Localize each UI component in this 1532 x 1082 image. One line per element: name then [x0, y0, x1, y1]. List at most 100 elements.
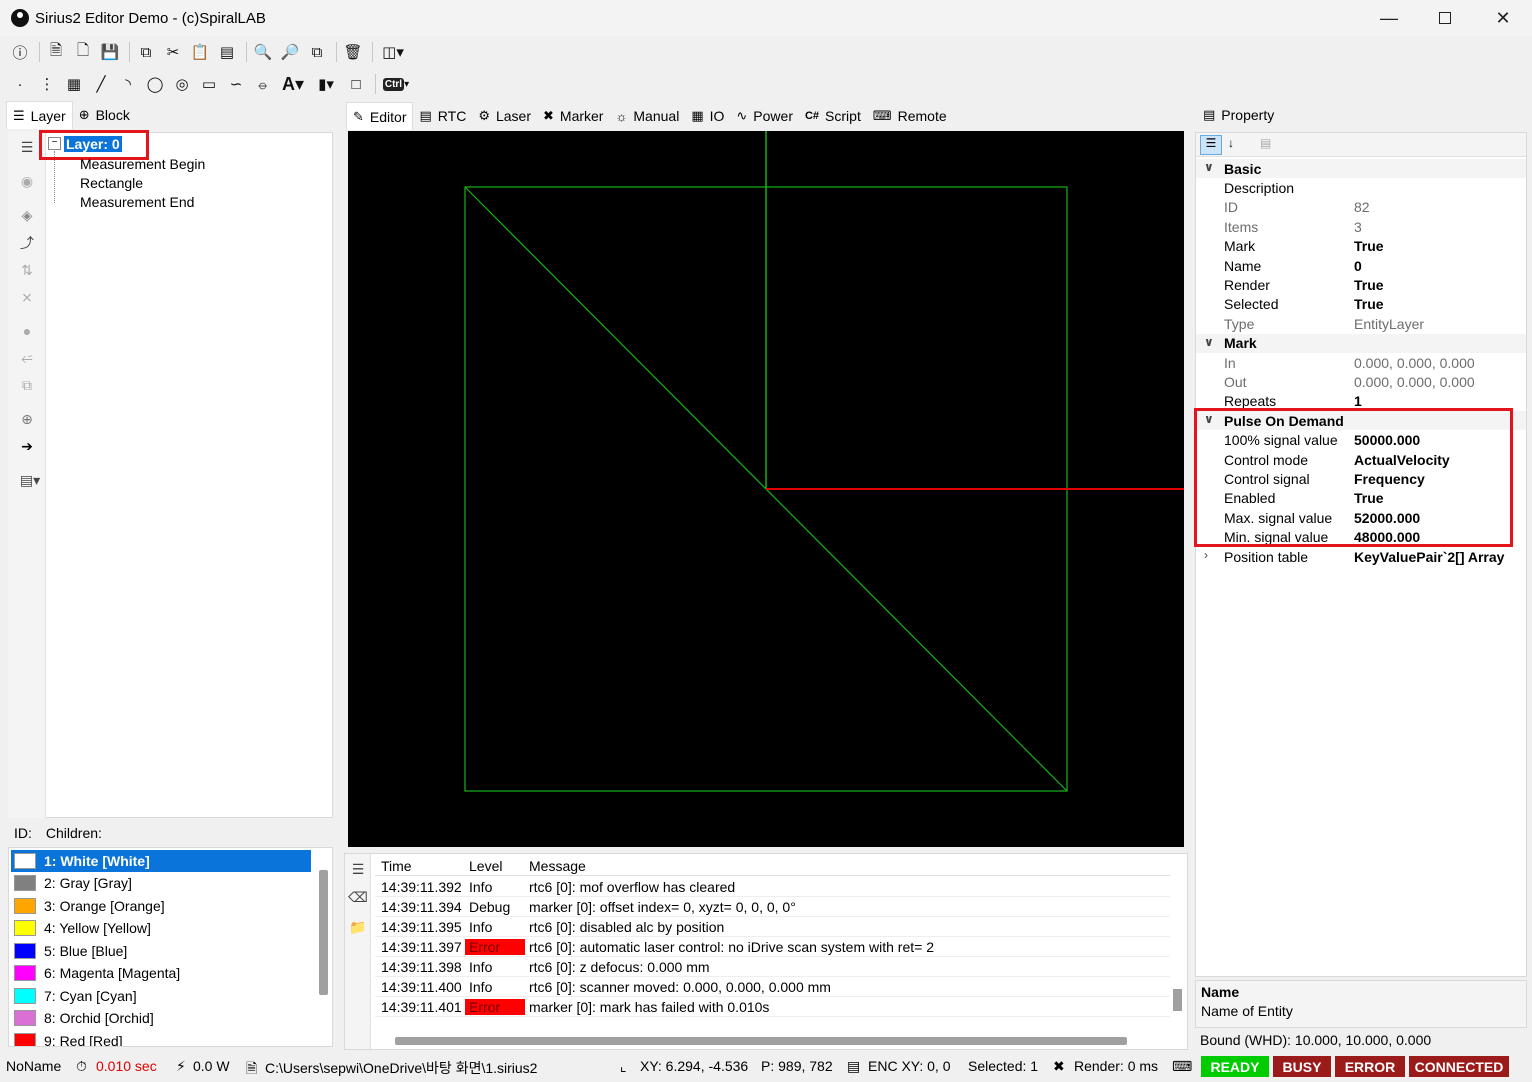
- zoom-out-icon[interactable]: 🔍: [251, 40, 275, 64]
- property-row[interactable]: ID 82: [1196, 198, 1526, 217]
- log-row[interactable]: 14:39:11.395 Info rtc6 [0]: disabled alc b…: [375, 917, 1170, 937]
- layer-item-cyan[interactable]: 7: Cyan [Cyan]: [11, 985, 311, 1007]
- group-icon[interactable]: ●: [16, 320, 38, 342]
- tab-editor[interactable]: ✎ Editor: [346, 102, 414, 130]
- layer-item-orange[interactable]: 3: Orange [Orange]: [11, 895, 311, 917]
- arrow-circle-icon[interactable]: ➔: [16, 435, 38, 457]
- tab-power[interactable]: ∿ Power: [730, 102, 799, 130]
- layer-item-blue[interactable]: 5: Blue [Blue]: [11, 940, 311, 962]
- path-icon[interactable]: ⤴: [16, 232, 38, 254]
- layer-item-white[interactable]: 1: White [White]: [11, 850, 311, 872]
- log-vertical-scrollbar[interactable]: [1173, 989, 1182, 1011]
- tab-marker[interactable]: ✖ Marker: [537, 102, 609, 130]
- layer-item-yellow[interactable]: 4: Yellow [Yellow]: [11, 917, 311, 939]
- property-row[interactable]: Selected True: [1196, 295, 1526, 314]
- alphabetical-icon[interactable]: ↓: [1228, 136, 1234, 150]
- ctrl-dropdown-icon[interactable]: Ctrl ▾: [380, 72, 412, 96]
- tab-manual[interactable]: ☼ Manual: [609, 102, 685, 130]
- log-horizontal-scrollbar[interactable]: [395, 1037, 1127, 1045]
- tab-block[interactable]: ⊕ Block: [73, 101, 136, 129]
- folder-icon[interactable]: 📁: [347, 916, 369, 938]
- sort-icon[interactable]: ⇅: [16, 259, 38, 281]
- tab-io[interactable]: ▦ IO: [685, 102, 730, 130]
- fill-icon[interactable]: ◈: [16, 204, 38, 226]
- new-document-icon[interactable]: 🗎: [44, 40, 68, 64]
- tab-property[interactable]: ▤ Property: [1197, 101, 1280, 129]
- tree-node-rectangle[interactable]: Rectangle: [80, 175, 143, 191]
- layer-item-red[interactable]: 9: Red [Red]: [11, 1030, 311, 1046]
- log-row[interactable]: 14:39:11.397 Error rtc6 [0]: automatic las…: [375, 937, 1170, 957]
- 3d-icon[interactable]: ◉: [16, 170, 38, 192]
- spiral-icon[interactable]: ⦵: [251, 72, 275, 96]
- property-row-position-table[interactable]: › Position table KeyValuePair`2[] Array: [1196, 547, 1526, 566]
- align-dropdown-icon[interactable]: ◫▾: [377, 40, 409, 64]
- explode-icon[interactable]: ⨯: [16, 286, 38, 308]
- point-icon[interactable]: ·: [8, 72, 32, 96]
- chevron-down-icon[interactable]: ∨: [1204, 335, 1214, 349]
- property-row[interactable]: Type EntityLayer: [1196, 314, 1526, 333]
- trepan-icon[interactable]: ◎: [170, 72, 194, 96]
- ungroup-icon[interactable]: ⭁: [16, 347, 38, 369]
- close-button[interactable]: ✕: [1474, 0, 1532, 36]
- page-icon[interactable]: □: [344, 72, 368, 96]
- layers-icon[interactable]: ☰: [16, 136, 38, 158]
- save-icon[interactable]: 💾: [98, 40, 122, 64]
- points-icon[interactable]: ⋮: [35, 72, 59, 96]
- zoom-fit-icon[interactable]: ⧉: [305, 40, 329, 64]
- property-row[interactable]: Out 0.000, 0.000, 0.000: [1196, 372, 1526, 391]
- property-category[interactable]: ∨ Basic: [1196, 159, 1526, 178]
- layer-item-gray[interactable]: 2: Gray [Gray]: [11, 872, 311, 894]
- categorized-icon[interactable]: ☰: [1200, 135, 1222, 155]
- property-row[interactable]: Items 3: [1196, 217, 1526, 236]
- open-document-icon[interactable]: 🗋: [71, 40, 95, 64]
- arc-icon[interactable]: ◝: [116, 72, 140, 96]
- entity-dropdown-icon[interactable]: ▤▾: [16, 469, 44, 491]
- minimize-button[interactable]: —: [1360, 0, 1418, 36]
- paste-icon[interactable]: 📋: [188, 40, 212, 64]
- layer-item-magenta[interactable]: 6: Magenta [Magenta]: [11, 962, 311, 984]
- line-icon[interactable]: ╱: [89, 72, 113, 96]
- property-row[interactable]: Render True: [1196, 275, 1526, 294]
- tab-remote[interactable]: ⌨ Remote: [867, 102, 953, 130]
- script-icon: C#: [804, 110, 820, 122]
- circle-icon[interactable]: ◯: [143, 72, 167, 96]
- barcode-dropdown-icon[interactable]: ▮▾: [311, 72, 341, 96]
- rectangle-icon[interactable]: ▭: [197, 72, 221, 96]
- log-row[interactable]: 14:39:11.401 Error marker [0]: mark has fa…: [375, 997, 1170, 1017]
- property-row[interactable]: Name 0: [1196, 256, 1526, 275]
- offset-icon[interactable]: ⧉: [16, 374, 38, 396]
- layer-list-scrollbar[interactable]: [319, 870, 328, 995]
- tab-rtc[interactable]: ▤ RTC: [413, 102, 472, 130]
- jump-icon[interactable]: ⊕: [16, 408, 38, 430]
- chevron-right-icon[interactable]: ›: [1204, 548, 1208, 562]
- tab-laser[interactable]: ⚙ Laser: [472, 102, 537, 130]
- editor-canvas[interactable]: [348, 131, 1184, 847]
- property-category[interactable]: ∨ Mark: [1196, 333, 1526, 353]
- eraser-icon[interactable]: ⌫: [347, 886, 369, 908]
- tab-layer[interactable]: ☰ Layer: [6, 101, 73, 129]
- info-icon[interactable]: ⓘ: [8, 40, 32, 64]
- tab-script[interactable]: C# Script: [799, 102, 867, 130]
- log-list-icon[interactable]: ☰: [347, 858, 369, 880]
- maximize-button[interactable]: [1416, 0, 1474, 36]
- text-dropdown-icon[interactable]: A▾: [278, 72, 308, 96]
- log-row[interactable]: 14:39:11.392 Info rtc6 [0]: mof overflow h…: [375, 877, 1170, 897]
- log-row[interactable]: 14:39:11.400 Info rtc6 [0]: scanner moved:…: [375, 977, 1170, 997]
- curve-icon[interactable]: ∽: [224, 72, 248, 96]
- log-row[interactable]: 14:39:11.398 Info rtc6 [0]: z defocus: 0.0…: [375, 957, 1170, 977]
- property-row[interactable]: Description: [1196, 178, 1526, 197]
- chevron-down-icon[interactable]: ∨: [1204, 160, 1214, 174]
- paste-array-icon[interactable]: ▤: [215, 40, 239, 64]
- property-row[interactable]: In 0.000, 0.000, 0.000: [1196, 353, 1526, 372]
- tree-node-measurement-end[interactable]: Measurement End: [80, 194, 194, 210]
- property-row[interactable]: Mark True: [1196, 237, 1526, 256]
- log-row[interactable]: 14:39:11.394 Debug marker [0]: offset inde…: [375, 897, 1170, 917]
- copy-icon[interactable]: ⧉: [134, 40, 158, 64]
- zoom-in-icon[interactable]: 🔎: [278, 40, 302, 64]
- property-pages-icon[interactable]: ▤: [1260, 136, 1271, 150]
- cut-icon[interactable]: ✂: [161, 40, 185, 64]
- tree-node-measurement-begin[interactable]: Measurement Begin: [80, 156, 205, 172]
- delete-icon[interactable]: 🗑: [341, 40, 365, 64]
- layer-item-orchid[interactable]: 8: Orchid [Orchid]: [11, 1007, 311, 1029]
- raster-icon[interactable]: ▦: [62, 72, 86, 96]
